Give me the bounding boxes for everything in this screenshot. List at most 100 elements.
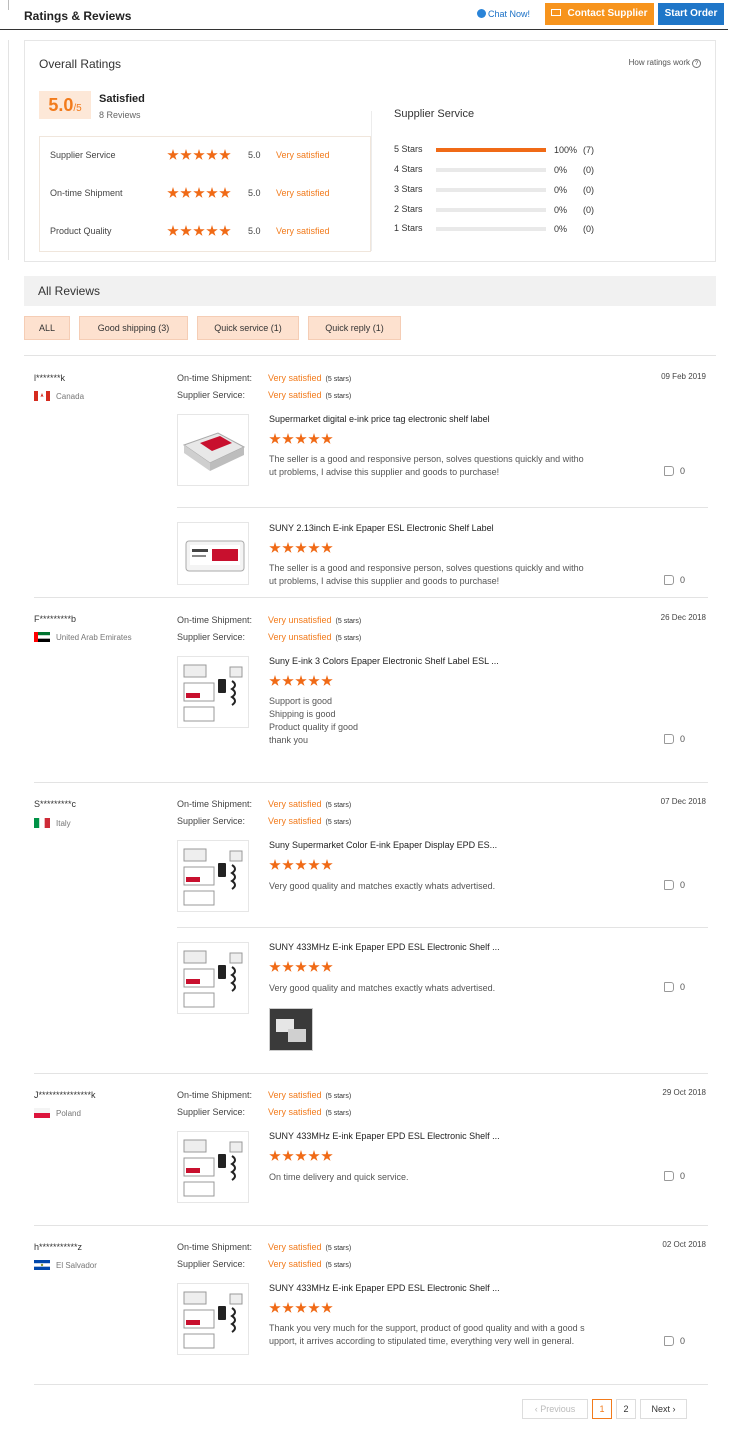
star-icon <box>167 187 179 198</box>
category-row: On-time Shipment 5.0 Very satisfied <box>40 175 370 213</box>
filter-good-shipping[interactable]: Good shipping (3) <box>79 316 188 340</box>
overall-score: 5.0/5 <box>39 91 91 119</box>
el-salvador-flag-icon <box>34 1260 50 1270</box>
mail-icon <box>551 9 562 16</box>
product-star-rating <box>269 674 334 692</box>
star-level-label: 5 Stars <box>394 144 423 154</box>
star-icon <box>180 149 192 160</box>
product-name[interactable]: SUNY 433MHz E-ink Epaper EPD ESL Electro… <box>269 1283 500 1293</box>
like-button[interactable]: 0 <box>664 734 685 744</box>
ontime-stars: (5 stars) <box>325 1245 352 1252</box>
canada-flag-icon <box>34 391 50 401</box>
supplier-text: Very satisfied <box>268 390 322 400</box>
supplier-rating: Very satisfied (5 stars) <box>268 390 351 400</box>
thumbs-up-icon <box>664 734 674 744</box>
star-icon <box>308 961 320 972</box>
esl-product-collage-image <box>183 1139 243 1197</box>
star-breakdown-row: 1 Stars 0% (0) <box>394 223 644 235</box>
product-star-rating <box>269 858 334 876</box>
product-thumbnail[interactable] <box>177 522 249 585</box>
product-name[interactable]: SUNY 2.13inch E-ink Epaper ESL Electroni… <box>269 523 494 533</box>
product-thumbnail[interactable] <box>177 1283 249 1355</box>
reviewer-name: F*********b <box>34 614 77 624</box>
breakdown-title: Supplier Service <box>394 108 475 120</box>
filter-quick-reply[interactable]: Quick reply (1) <box>308 316 401 340</box>
star-icon <box>308 1150 320 1161</box>
product-thumbnail[interactable] <box>177 942 249 1014</box>
product-star-rating <box>269 432 334 450</box>
review-date: 02 Oct 2018 <box>662 1240 706 1249</box>
ontime-label: On-time Shipment: <box>177 799 253 809</box>
ontime-rating: Very satisfied (5 stars) <box>268 373 351 383</box>
supplier-stars: (5 stars) <box>325 393 352 400</box>
star-icon <box>321 1302 333 1313</box>
product-thumbnail[interactable] <box>177 414 249 486</box>
star-icon <box>321 542 333 553</box>
reviewer-name: S*********c <box>34 799 77 809</box>
product-name[interactable]: Suny Supermarket Color E-ink Epaper Disp… <box>269 840 497 850</box>
star-icon <box>193 149 205 160</box>
star-icon <box>269 961 281 972</box>
product-name[interactable]: Suny E-ink 3 Colors Epaper Electronic Sh… <box>269 656 499 666</box>
supplier-rating: Very satisfied (5 stars) <box>268 1107 351 1117</box>
review-date: 09 Feb 2019 <box>661 372 706 381</box>
star-count: (0) <box>583 205 594 215</box>
product-name[interactable]: SUNY 433MHz E-ink Epaper EPD ESL Electro… <box>269 942 500 952</box>
filter-quick-service[interactable]: Quick service (1) <box>197 316 299 340</box>
chat-now-link[interactable]: Chat Now! <box>477 9 530 19</box>
star-icon <box>282 1302 294 1313</box>
ontime-label: On-time Shipment: <box>177 615 253 625</box>
star-icon <box>308 433 320 444</box>
progress-track <box>436 168 546 172</box>
next-page-button[interactable]: Next › <box>640 1399 687 1419</box>
supplier-label: Supplier Service: <box>177 1107 246 1117</box>
star-icon <box>206 149 218 160</box>
product-thumbnail[interactable] <box>177 656 249 728</box>
start-order-button[interactable]: Start Order <box>658 3 724 25</box>
like-button[interactable]: 0 <box>664 982 685 992</box>
contact-supplier-label: Contact Supplier <box>567 8 648 19</box>
divider <box>24 355 716 356</box>
ontime-text: Very satisfied <box>268 1090 322 1100</box>
star-count: (0) <box>583 185 594 195</box>
like-button[interactable]: 0 <box>664 880 685 890</box>
chat-icon <box>477 9 486 18</box>
product-star-rating <box>269 1301 334 1319</box>
like-button[interactable]: 0 <box>664 1336 685 1346</box>
star-icon <box>206 187 218 198</box>
chevron-right-icon: › <box>670 1404 676 1414</box>
star-breakdown-row: 2 Stars 0% (0) <box>394 204 644 216</box>
review-photo[interactable] <box>269 1008 313 1051</box>
category-row: Product Quality 5.0 Very satisfied <box>40 213 370 251</box>
how-ratings-work-link[interactable]: How ratings work? <box>629 58 701 68</box>
product-thumbnail[interactable] <box>177 1131 249 1203</box>
product-name[interactable]: SUNY 433MHz E-ink Epaper EPD ESL Electro… <box>269 1131 500 1141</box>
like-button[interactable]: 0 <box>664 1171 685 1181</box>
category-text: Very satisfied <box>276 150 330 160</box>
page-2-button[interactable]: 2 <box>616 1399 636 1419</box>
star-icon <box>321 859 333 870</box>
product-thumbnail[interactable] <box>177 840 249 912</box>
like-button[interactable]: 0 <box>664 575 685 585</box>
star-icon <box>180 225 192 236</box>
like-button[interactable]: 0 <box>664 466 685 476</box>
country-name: El Salvador <box>56 1261 97 1270</box>
product-name[interactable]: Supermarket digital e-ink price tag elec… <box>269 414 490 424</box>
star-icon <box>282 961 294 972</box>
thumbs-up-icon <box>664 575 674 585</box>
previous-label: Previous <box>540 1404 576 1414</box>
page-1-button[interactable]: 1 <box>592 1399 612 1419</box>
review-date: 07 Dec 2018 <box>660 797 706 806</box>
esl-product-collage-image <box>183 848 243 906</box>
category-value: 5.0 <box>248 188 261 198</box>
supplier-label: Supplier Service: <box>177 1259 246 1269</box>
review-text: On time delivery and quick service. <box>269 1172 409 1182</box>
star-icon <box>321 433 333 444</box>
previous-page-button[interactable]: ‹ Previous <box>522 1399 588 1419</box>
uae-flag-icon <box>34 632 50 642</box>
divider <box>8 40 9 260</box>
review-text: Very good quality and matches exactly wh… <box>269 983 496 993</box>
filter-all[interactable]: ALL <box>24 316 70 340</box>
supplier-text: Very satisfied <box>268 816 322 826</box>
contact-supplier-button[interactable]: Contact Supplier <box>545 3 654 25</box>
